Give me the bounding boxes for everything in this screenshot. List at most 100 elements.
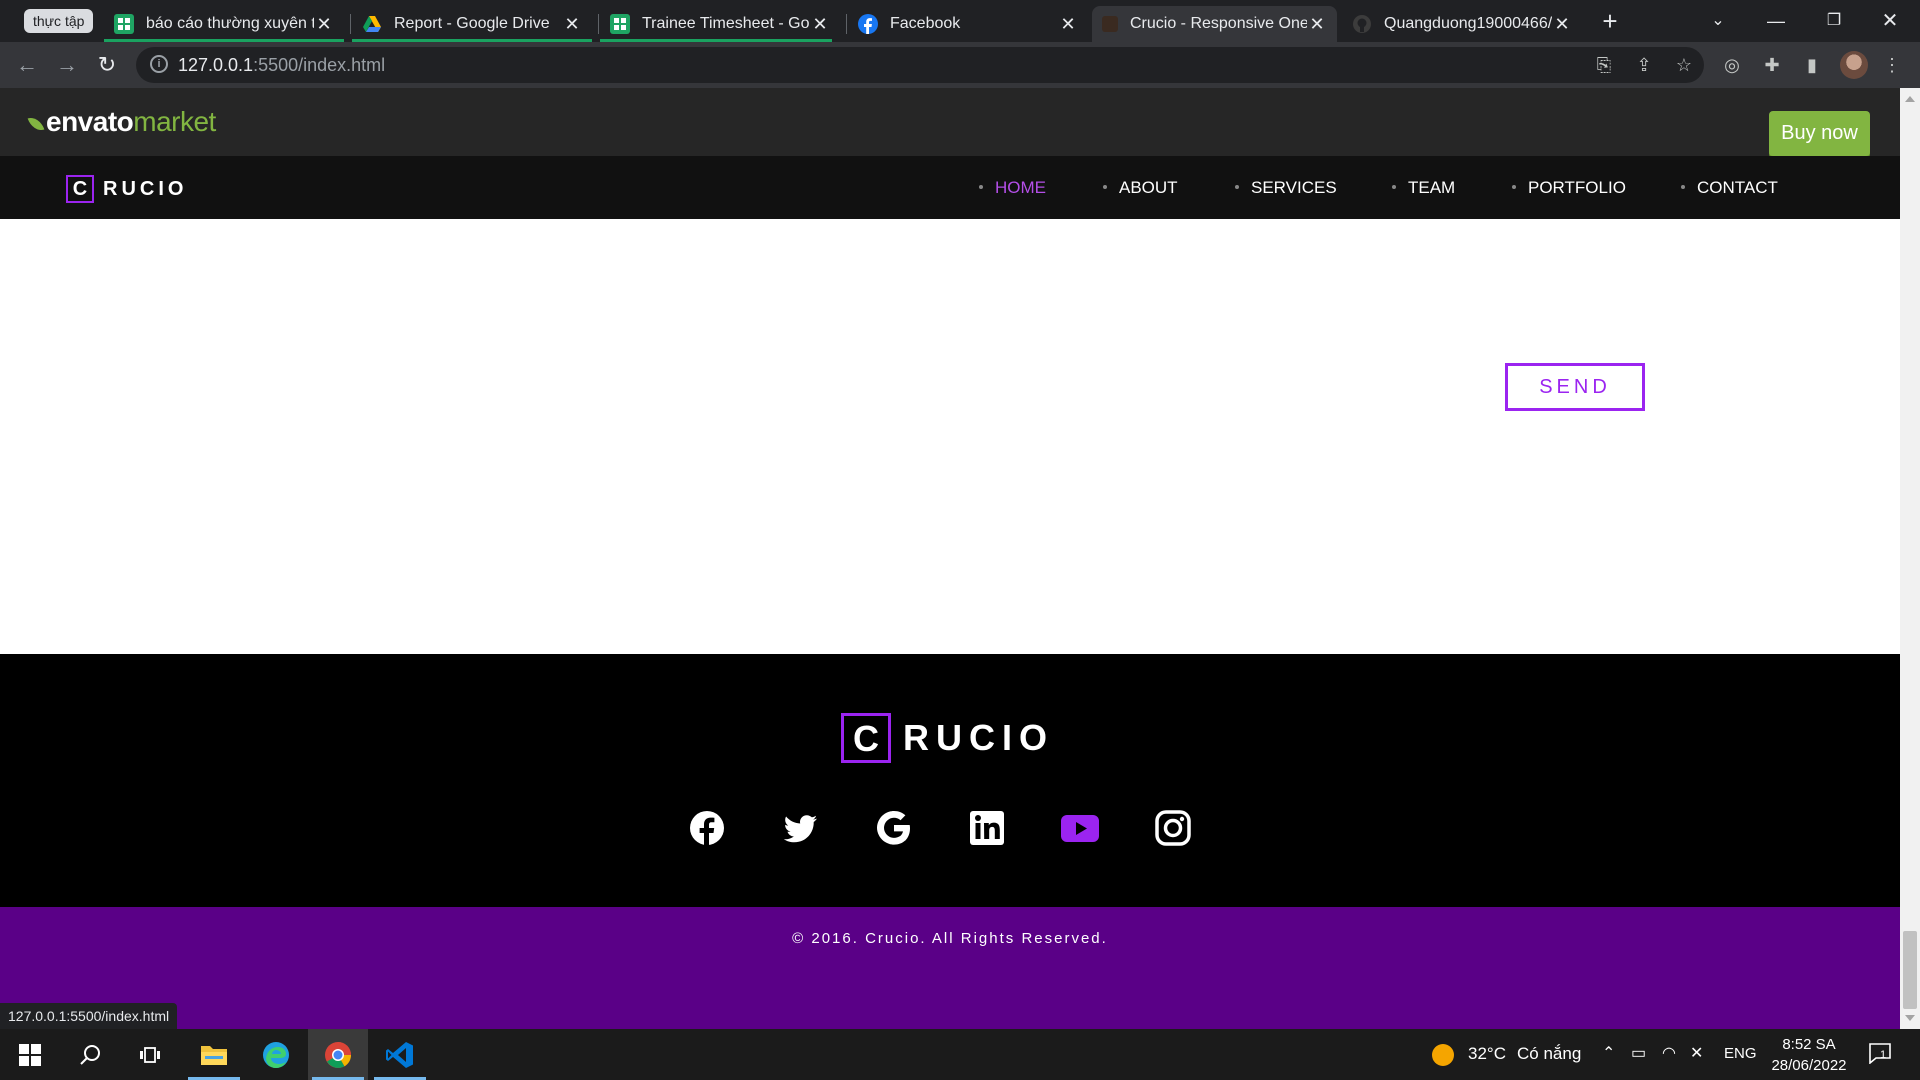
market-logo-word: market: [133, 106, 216, 137]
minimize-button[interactable]: —: [1758, 6, 1794, 36]
nav-bullet: [1512, 185, 1516, 189]
nav-contact[interactable]: CONTACT: [1681, 178, 1778, 198]
side-panel-icon[interactable]: ▮: [1800, 53, 1824, 77]
weather-temp[interactable]: 32°C: [1468, 1044, 1506, 1064]
reload-button[interactable]: ↻: [91, 49, 123, 81]
tab-title: Trainee Timesheet - Google Sheets: [642, 15, 810, 32]
site-info-icon[interactable]: i: [150, 55, 168, 73]
close-icon[interactable]: ✕: [1307, 9, 1327, 39]
network-icon[interactable]: ◠: [1662, 1043, 1676, 1063]
nav-about[interactable]: ABOUT: [1103, 178, 1178, 198]
nav-label: TEAM: [1408, 178, 1456, 197]
envato-leaf-icon: [27, 114, 45, 134]
tab-divider: [598, 14, 599, 34]
tray-overflow-chevron-icon[interactable]: ⌃: [1602, 1043, 1615, 1063]
logo-wordmark: RUCIO: [103, 177, 188, 200]
tab-trainee-timesheet[interactable]: Trainee Timesheet - Google Sheets ✕: [600, 6, 840, 42]
url-host: 127.0.0.1: [178, 55, 254, 75]
nav-label: CONTACT: [1697, 178, 1778, 197]
facebook-icon[interactable]: [687, 808, 727, 848]
site-footer: C RUCIO: [0, 654, 1900, 907]
chrome-icon[interactable]: [308, 1029, 368, 1080]
nav-bullet: [1103, 185, 1107, 189]
nav-services[interactable]: SERVICES: [1235, 178, 1337, 198]
nav-team[interactable]: TEAM: [1392, 178, 1455, 198]
instagram-icon[interactable]: [1153, 808, 1193, 848]
logo-letter-box: C: [66, 175, 94, 203]
scroll-down-arrow-icon[interactable]: [1905, 1015, 1915, 1021]
tab-title: Facebook: [890, 15, 961, 32]
volume-muted-icon[interactable]: ✕: [1690, 1043, 1703, 1063]
file-explorer-icon[interactable]: [184, 1029, 244, 1080]
tab-github[interactable]: Quangduong19000466/project ✕: [1342, 6, 1582, 42]
envato-market-logo[interactable]: envatomarket: [27, 106, 216, 138]
tab-facebook[interactable]: Facebook ✕: [848, 6, 1088, 42]
envato-bar: envatomarket Buy now: [0, 88, 1900, 156]
translate-icon[interactable]: ⎘: [1592, 53, 1616, 77]
crucio-logo[interactable]: C RUCIO: [66, 175, 187, 203]
tab-title: Quangduong19000466/project: [1384, 15, 1552, 32]
scrollbar-thumb[interactable]: [1903, 931, 1917, 1009]
site-navbar: C RUCIO HOME ABOUT SERVICES TEAM PORTFOL…: [0, 156, 1900, 219]
page-viewport: envatomarket Buy now C RUCIO HOME ABOUT …: [0, 88, 1920, 1029]
weather-desc[interactable]: Có nắng: [1517, 1044, 1581, 1064]
profile-avatar[interactable]: [1840, 51, 1868, 79]
windows-taskbar: 32°C Có nắng ⌃ ▭ ◠ ✕ ENG 8:52 SA 28/06/2…: [0, 1029, 1920, 1080]
vscode-icon[interactable]: [370, 1029, 430, 1080]
logo-wordmark: RUCIO: [903, 717, 1054, 758]
tab-crucio-active[interactable]: Crucio - Responsive One Page Template ✕: [1092, 6, 1337, 42]
nav-bullet: [1235, 185, 1239, 189]
close-icon[interactable]: ✕: [1058, 9, 1078, 39]
nav-label: HOME: [995, 178, 1046, 197]
nav-home[interactable]: HOME: [979, 178, 1046, 198]
clock-time: 8:52 SA: [1782, 1036, 1836, 1053]
close-icon[interactable]: ✕: [314, 9, 334, 39]
tab-group-label[interactable]: thực tập: [24, 9, 94, 33]
youtube-icon[interactable]: [1060, 808, 1100, 848]
forward-button[interactable]: →: [51, 49, 83, 81]
tab-title: Crucio - Responsive One Page Template: [1130, 15, 1307, 32]
battery-icon[interactable]: ▭: [1631, 1043, 1646, 1063]
scroll-up-arrow-icon[interactable]: [1905, 96, 1915, 102]
task-view-icon[interactable]: [120, 1029, 180, 1080]
edge-icon[interactable]: [246, 1029, 306, 1080]
search-icon[interactable]: [60, 1029, 120, 1080]
menu-kebab-icon[interactable]: ⋮: [1880, 53, 1904, 77]
address-bar[interactable]: i 127.0.0.1:5500/index.html ⎘ ⇪ ☆: [136, 47, 1704, 83]
window-close-button[interactable]: ✕: [1872, 6, 1908, 36]
tab-search-chevron-icon[interactable]: ⌄: [1700, 6, 1736, 36]
share-icon[interactable]: ⇪: [1632, 53, 1656, 77]
input-language[interactable]: ENG: [1724, 1045, 1757, 1062]
footer-logo[interactable]: C RUCIO: [841, 713, 1054, 763]
restore-button[interactable]: ❐: [1816, 6, 1852, 36]
close-icon[interactable]: ✕: [562, 9, 582, 39]
google-sheets-icon: [114, 14, 134, 34]
close-icon[interactable]: ✕: [1552, 9, 1572, 39]
logo-letter-box: C: [841, 713, 891, 763]
back-button[interactable]: ←: [11, 49, 43, 81]
url-path: :5500/index.html: [253, 55, 386, 75]
bookmark-star-icon[interactable]: ☆: [1672, 53, 1696, 77]
tab-bao-cao[interactable]: báo cáo thường xuyên thực tập ✕: [104, 6, 344, 42]
nav-portfolio[interactable]: PORTFOLIO: [1512, 178, 1626, 198]
tab-report-drive[interactable]: Report - Google Drive ✕: [352, 6, 592, 42]
new-tab-button[interactable]: +: [1592, 6, 1628, 36]
google-icon[interactable]: [874, 808, 914, 848]
extensions-puzzle-icon[interactable]: ✚: [1760, 53, 1784, 77]
nav-label: SERVICES: [1251, 178, 1337, 197]
send-button[interactable]: SEND: [1505, 363, 1645, 411]
system-clock[interactable]: 8:52 SA 28/06/2022: [1764, 1034, 1854, 1076]
notification-center-icon[interactable]: 1: [1868, 1042, 1892, 1065]
windows-start-icon[interactable]: [0, 1029, 60, 1080]
clock-date: 28/06/2022: [1771, 1057, 1847, 1074]
twitter-icon[interactable]: [780, 808, 820, 848]
buy-now-button[interactable]: Buy now: [1769, 111, 1870, 156]
google-drive-icon: [362, 14, 382, 34]
url-text[interactable]: 127.0.0.1:5500/index.html: [178, 55, 385, 76]
close-icon[interactable]: ✕: [810, 9, 830, 39]
google-sheets-icon: [610, 14, 630, 34]
linkedin-icon[interactable]: [967, 808, 1007, 848]
weather-sun-icon[interactable]: [1432, 1044, 1454, 1066]
compass-extension-icon[interactable]: ◎: [1720, 53, 1744, 77]
page-scrollbar[interactable]: [1900, 88, 1920, 1029]
